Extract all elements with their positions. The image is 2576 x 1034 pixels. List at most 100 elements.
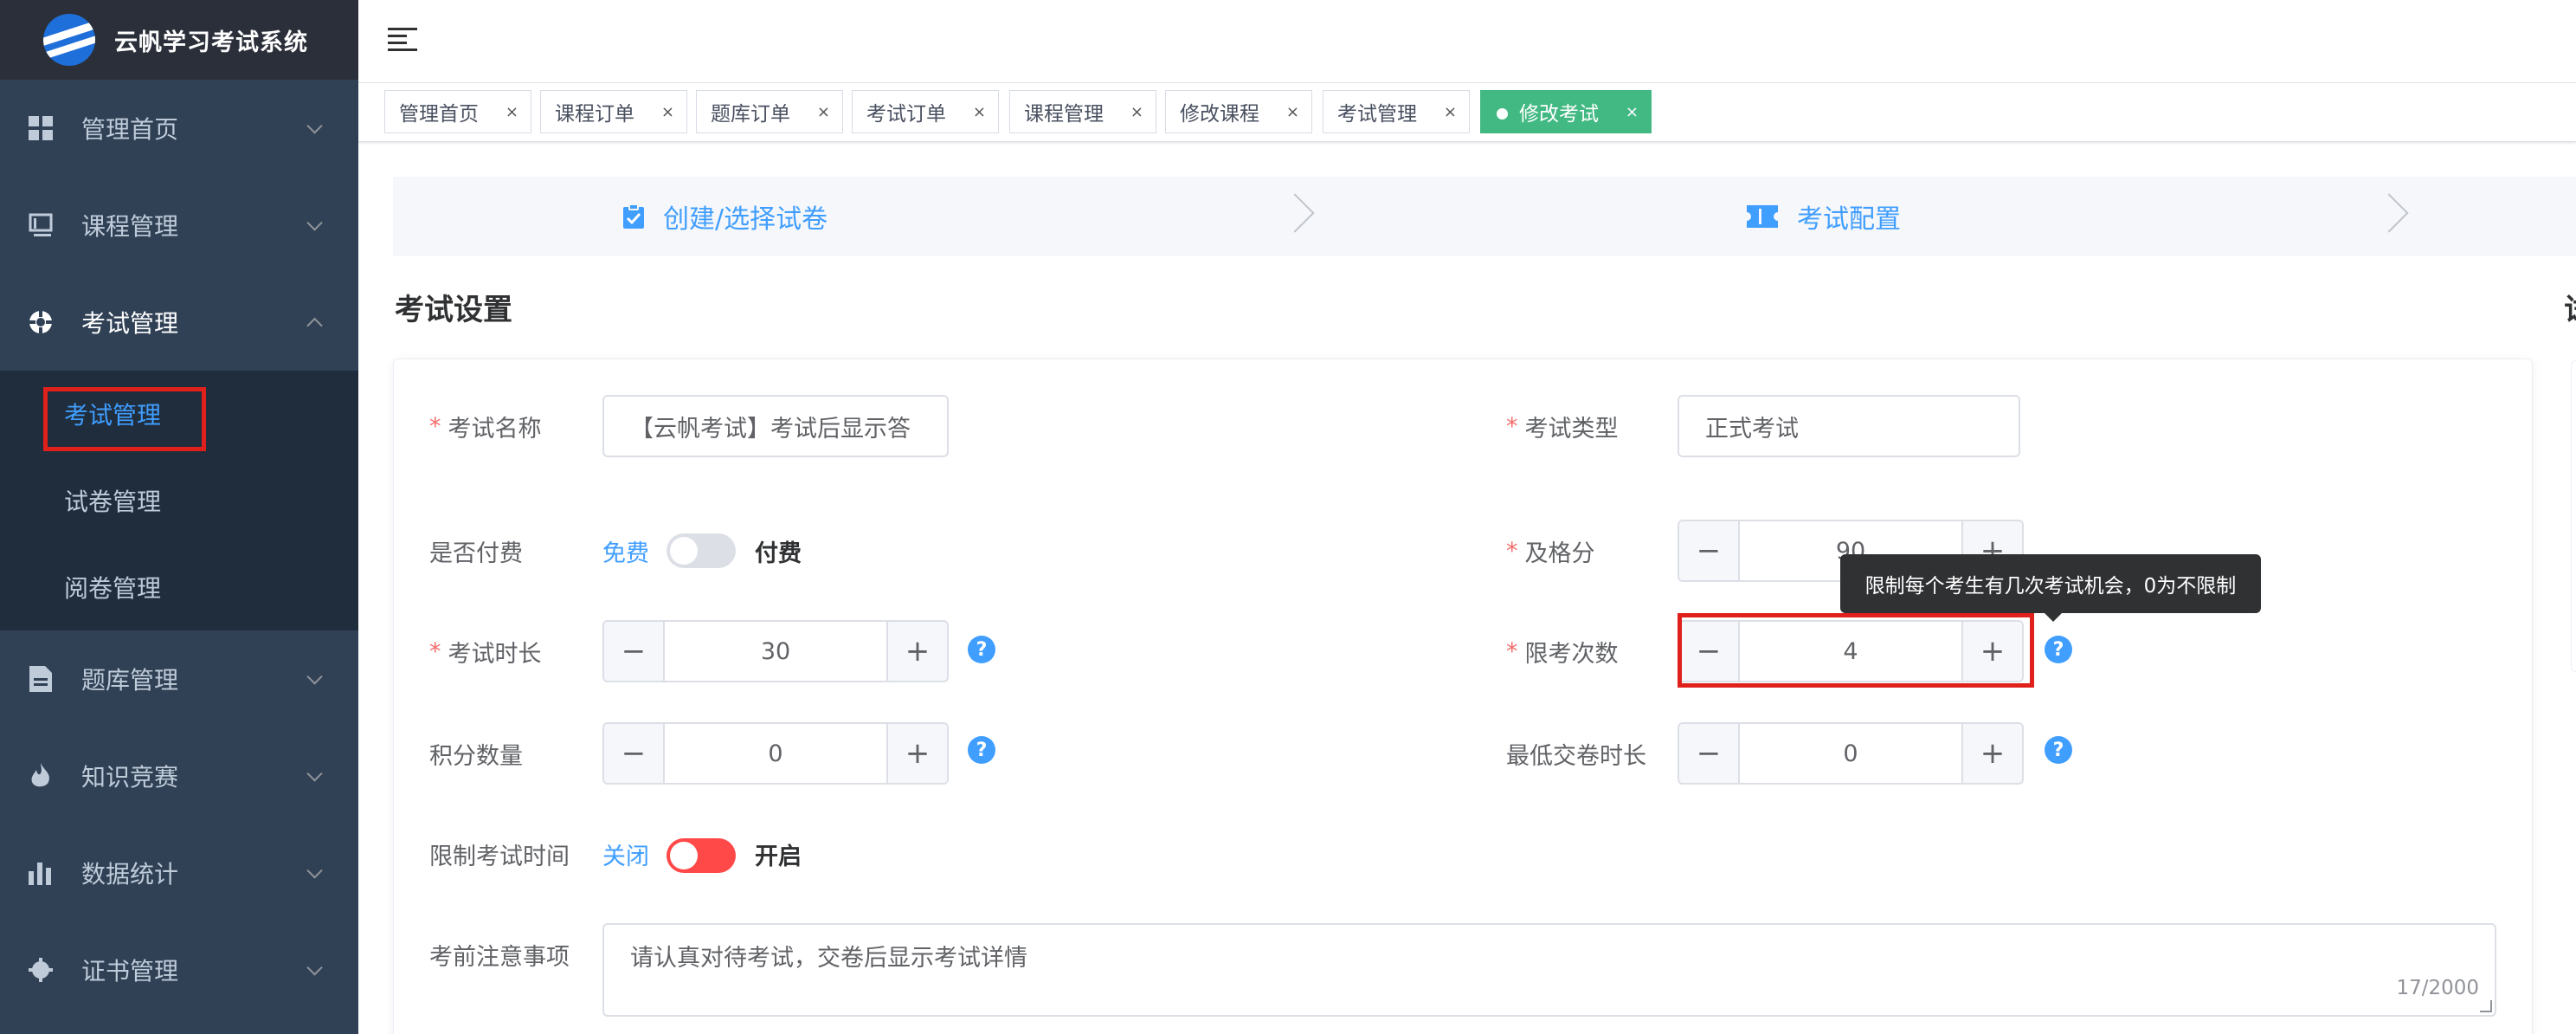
tag-exam-orders[interactable]: 考试订单 × [852, 90, 999, 133]
exam-name-input[interactable]: 【云帆考试】考试后显示答 [602, 395, 949, 457]
submenu-item-label: 阅卷管理 [64, 574, 162, 603]
dashboard-icon [28, 115, 54, 141]
top-navbar [358, 0, 2576, 83]
attempt-limit-label: * 限考次数 [1506, 620, 1619, 682]
exam-type-select[interactable]: 正式考试 [1678, 395, 2020, 457]
document-icon [28, 666, 54, 692]
limit-time-on-text[interactable]: 开启 [755, 823, 802, 885]
sidebar-item-label: 题库管理 [81, 666, 179, 695]
submenu-item-grading-manage[interactable]: 阅卷管理 [0, 544, 358, 630]
chevron-down-icon [306, 669, 323, 685]
decrease-button[interactable]: − [604, 724, 665, 783]
sidebar-item-dashboard[interactable]: 管理首页 [0, 80, 358, 177]
paid-off-text[interactable]: 免费 [602, 520, 649, 582]
active-menu-highlight [43, 387, 206, 451]
sidebar-item-certificate[interactable]: 证书管理 [0, 921, 358, 1018]
paid-switch[interactable] [667, 533, 736, 568]
chevron-up-icon [306, 317, 323, 334]
tag-course-orders[interactable]: 课程订单 × [540, 90, 687, 133]
increase-button[interactable]: + [886, 622, 947, 681]
section-title: 考试设置 [395, 293, 512, 327]
min-submit-value[interactable]: 0 [1740, 724, 1961, 783]
decrease-button[interactable]: − [604, 622, 665, 681]
step-create-paper[interactable]: 创建/选择试卷 [623, 177, 828, 256]
step-exam-config[interactable]: 考试配置 [1747, 177, 1901, 256]
tag-label: 考试管理 [1337, 103, 1417, 126]
notice-textarea[interactable]: 请认真对待考试，交卷后显示考试详情 17/2000 [602, 923, 2496, 1017]
limit-time-switch[interactable] [667, 838, 736, 873]
tag-bank-orders[interactable]: 题库订单 × [696, 90, 843, 133]
limit-time-off-text[interactable]: 关闭 [602, 823, 649, 885]
sidebar-item-contest[interactable]: 知识竞赛 [0, 727, 358, 824]
chevron-down-icon [306, 960, 323, 976]
step-label: 创建/选择试卷 [663, 204, 828, 235]
help-icon[interactable]: ? [2045, 636, 2072, 663]
step-label: 考试配置 [1797, 204, 1901, 235]
logo-icon [43, 14, 95, 66]
submenu-item-label: 试卷管理 [64, 488, 162, 516]
help-icon[interactable]: ? [968, 736, 995, 764]
exam-name-label: * 考试名称 [429, 395, 542, 457]
tag-label: 课程管理 [1024, 103, 1104, 126]
tag-course-manage[interactable]: 课程管理 × [1009, 90, 1156, 133]
label-text: 考试时长 [448, 640, 542, 668]
submenu-item-paper-manage[interactable]: 试卷管理 [0, 457, 358, 544]
sidebar-item-course[interactable]: 课程管理 [0, 177, 358, 274]
duration-label: * 考试时长 [429, 620, 542, 682]
sidebar-item-exam[interactable]: 考试管理 [0, 274, 358, 371]
sidebar-item-label: 课程管理 [81, 212, 179, 241]
logo[interactable]: 云帆学习考试系统 [0, 0, 358, 80]
tag-edit-course[interactable]: 修改课程 × [1165, 90, 1312, 133]
close-icon[interactable]: × [817, 103, 830, 121]
increase-button[interactable]: + [886, 724, 947, 783]
tag-dashboard[interactable]: 管理首页 × [384, 90, 531, 133]
duration-value[interactable]: 30 [665, 622, 886, 681]
close-icon[interactable]: × [661, 103, 674, 121]
decrease-button[interactable]: − [1679, 724, 1740, 783]
resize-handle[interactable] [2480, 1000, 2492, 1012]
close-icon[interactable]: × [1130, 103, 1143, 121]
char-counter: 17/2000 [2396, 977, 2479, 999]
decrease-button[interactable]: − [1679, 521, 1740, 580]
close-icon[interactable]: × [1444, 103, 1457, 121]
sidebar-item-statistics[interactable]: 数据统计 [0, 824, 358, 921]
points-value[interactable]: 0 [665, 724, 886, 783]
paid-on-text[interactable]: 付费 [755, 520, 802, 582]
limit-time-label: 限制考试时间 [429, 843, 570, 870]
switch-knob [670, 537, 698, 565]
points-stepper: − 0 + [602, 722, 949, 785]
chevron-right-icon [1275, 193, 1315, 233]
tag-edit-exam[interactable]: 修改考试 × [1480, 90, 1652, 133]
notice-label: 考前注意事项 [429, 943, 570, 971]
close-icon[interactable]: × [1286, 103, 1299, 121]
sidebar-item-label: 管理首页 [81, 115, 179, 144]
close-icon[interactable]: × [506, 103, 518, 121]
min-submit-stepper: − 0 + [1678, 722, 2024, 785]
ticket-icon [1747, 205, 1778, 228]
exam-type-label: * 考试类型 [1506, 395, 1619, 457]
tag-label: 考试订单 [866, 103, 946, 126]
steps-bar: 创建/选择试卷 考试配置 [393, 177, 2576, 256]
sidebar-item-question-bank[interactable]: 题库管理 [0, 630, 358, 727]
chevron-down-icon [306, 766, 323, 782]
attempt-limit-tooltip: 限制每个考生有几次考试机会，0为不限制 [1840, 554, 2261, 622]
help-icon[interactable]: ? [968, 636, 995, 663]
sidebar-item-label: 数据统计 [81, 860, 179, 889]
tag-label: 修改考试 [1519, 103, 1599, 126]
sidebar-item-label: 考试管理 [81, 309, 179, 338]
chevron-down-icon [306, 863, 323, 879]
tag-label: 修改课程 [1180, 103, 1259, 126]
pass-score-label: * 及格分 [1506, 520, 1595, 582]
help-icon[interactable]: ? [2045, 736, 2072, 764]
menu-toggle-icon[interactable] [388, 26, 417, 52]
side-card [2571, 360, 2576, 672]
chevron-down-icon [306, 118, 323, 134]
tag-exam-manage[interactable]: 考试管理 × [1323, 90, 1470, 133]
close-icon[interactable]: × [973, 103, 986, 121]
close-icon[interactable]: × [1626, 103, 1639, 121]
flame-icon [28, 763, 54, 789]
sidebar-item-label: 证书管理 [81, 957, 179, 986]
increase-button[interactable]: + [1961, 724, 2022, 783]
label-text: 考试名称 [448, 415, 542, 443]
paid-label: 是否付费 [429, 540, 523, 567]
